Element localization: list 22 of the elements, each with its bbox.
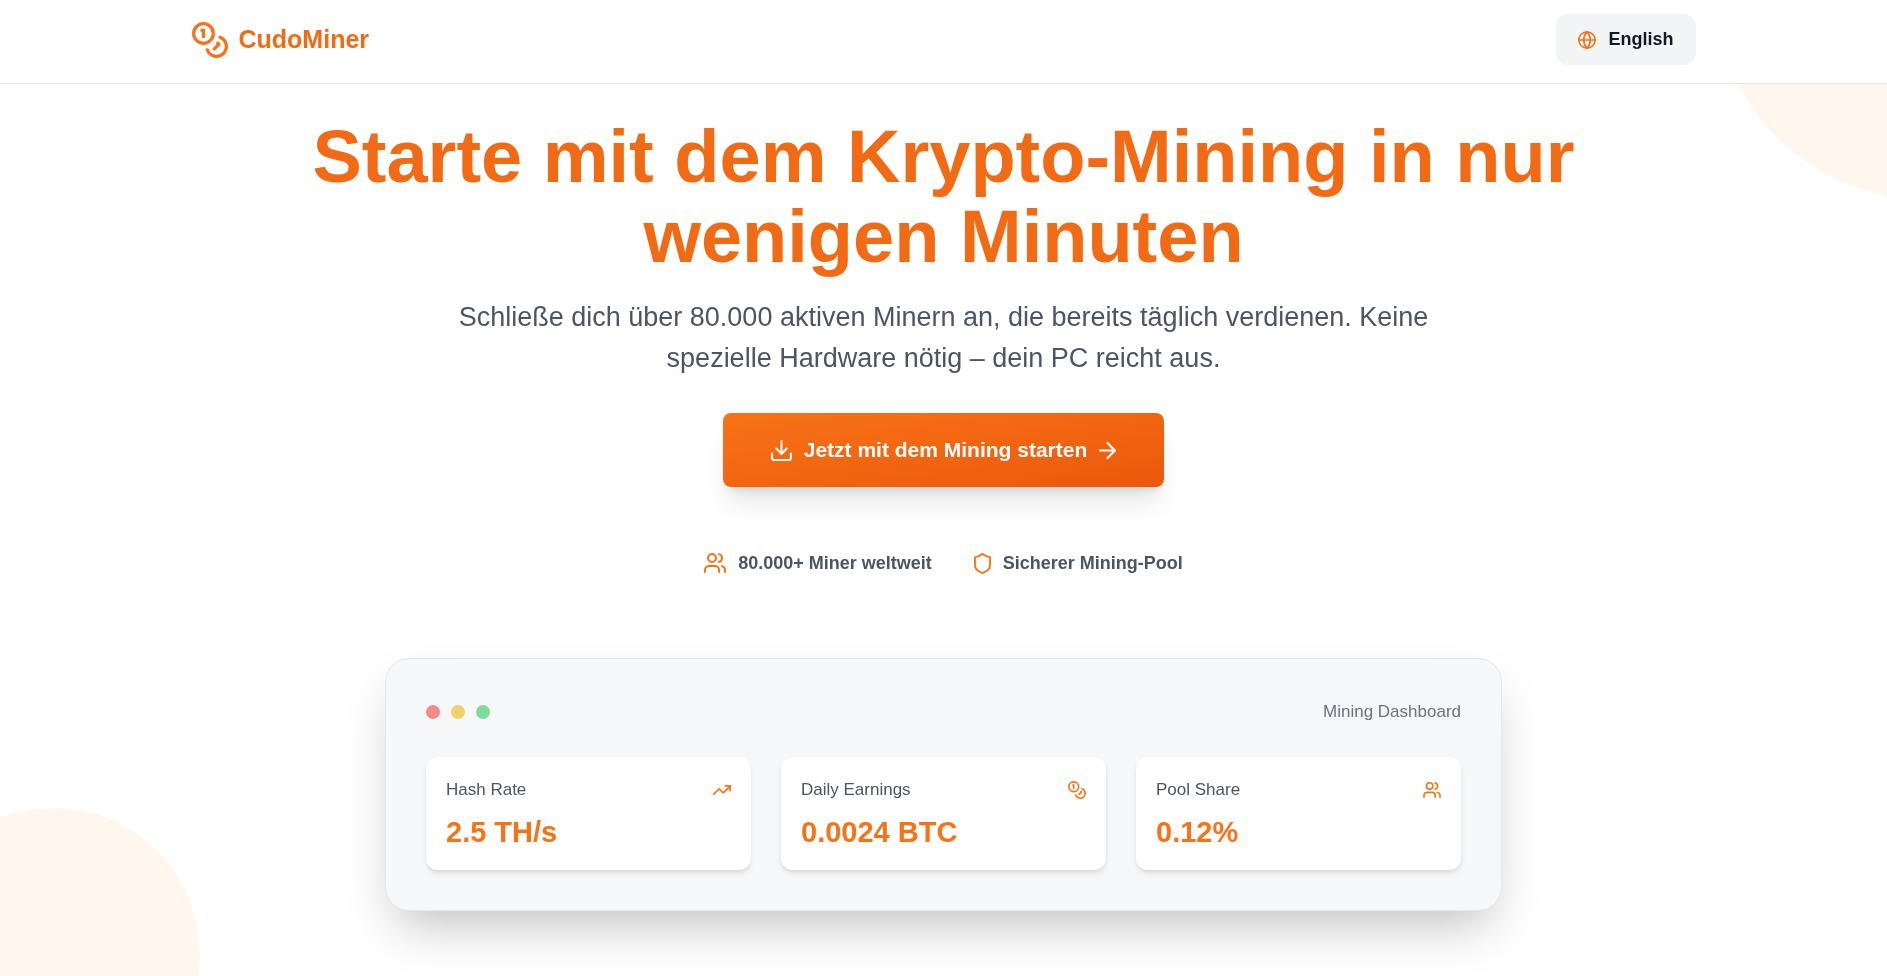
feature-label: Sicherer Mining-Pool: [1002, 552, 1183, 575]
logo-link[interactable]: CudoMiner: [191, 21, 370, 58]
feature-label: 80.000+ Miner weltweit: [738, 552, 932, 575]
globe-icon: [1578, 30, 1597, 49]
language-button[interactable]: English: [1556, 14, 1696, 65]
start-mining-button[interactable]: Jetzt mit dem Mining starten: [722, 413, 1165, 487]
stat-value: 2.5 TH/s: [446, 815, 559, 850]
coins-icon: [1068, 781, 1086, 799]
shield-icon: [973, 552, 991, 574]
stat-value: 0.12%: [1156, 815, 1240, 850]
users-icon: [704, 553, 727, 573]
trending-up-icon: [713, 785, 731, 795]
stat-label: Daily Earnings: [801, 779, 911, 801]
dashboard-title: Mining Dashboard: [1323, 701, 1461, 723]
hero-title: Starte mit dem Krypto-Mining in nur wenigen Minuten: [311, 117, 1576, 277]
coins-icon: [191, 21, 228, 58]
stat-label: Pool Share: [1156, 779, 1241, 801]
users-icon: [1423, 782, 1441, 798]
stat-value: 0.0024 BTC: [801, 815, 959, 850]
download-icon: [770, 439, 792, 461]
hero-subtitle: Schließe dich über 80.000 aktiven Minern an, die bereits täglich verdienen. Keine spezielle Hardware nötig – dein PC reicht aus.: [457, 301, 1430, 375]
stat-label: Hash Rate: [446, 779, 527, 801]
